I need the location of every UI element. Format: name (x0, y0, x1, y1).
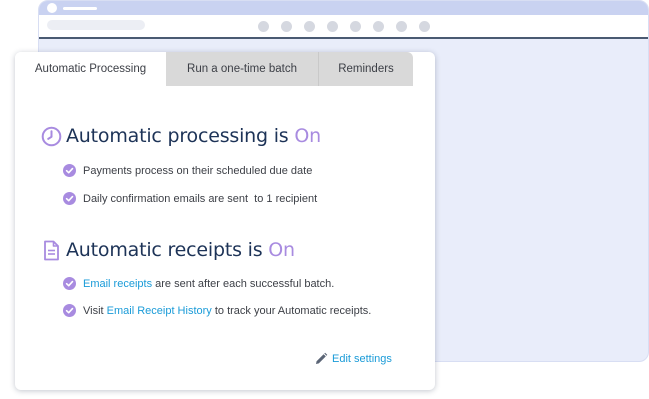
tab-bar: Automatic Processing Run a one-time batc… (15, 52, 413, 86)
nav-dot (350, 21, 361, 32)
nav-dot (327, 21, 338, 32)
receipts-state: On (268, 239, 295, 261)
nav-dot (396, 21, 407, 32)
list-item: Payments process on their scheduled due … (63, 164, 312, 177)
navbar-divider (39, 37, 648, 39)
list-item: Email receipts are sent after each succe… (63, 277, 334, 290)
tab-automatic-processing[interactable]: Automatic Processing (15, 52, 166, 86)
nav-dot (258, 21, 269, 32)
search-placeholder (47, 20, 145, 30)
list-item: Daily confirmation emails are sent to 1 … (63, 192, 317, 205)
edit-settings-label: Edit settings (332, 353, 392, 365)
window-dot (47, 3, 57, 13)
automatic-processing-panel: Automatic Processing Run a one-time batc… (15, 52, 435, 390)
document-icon (40, 239, 62, 261)
nav-dots (258, 21, 430, 32)
email-receipts-link[interactable]: Email receipts (83, 278, 152, 290)
nav-dot (419, 21, 430, 32)
nav-dot (304, 21, 315, 32)
processing-heading: Automatic processing is On (40, 125, 321, 147)
check-circle-icon (63, 192, 76, 205)
clock-icon (40, 125, 62, 147)
background-titlebar (39, 1, 648, 15)
check-circle-icon (63, 304, 76, 317)
list-item-text: Payments process on their scheduled due … (83, 164, 313, 177)
tab-reminders[interactable]: Reminders (319, 52, 413, 86)
processing-title: Automatic processing is On (66, 125, 321, 147)
edit-settings-link[interactable]: Edit settings (314, 352, 392, 366)
list-item: Visit Email Receipt History to track you… (63, 304, 371, 317)
processing-state: On (294, 125, 321, 147)
list-item-text: Visit Email Receipt History to track you… (83, 304, 372, 317)
receipts-heading: Automatic receipts is On (40, 239, 295, 261)
list-item-text: Daily confirmation emails are sent to 1 … (83, 192, 318, 205)
background-navbar (39, 15, 648, 37)
nav-dot (281, 21, 292, 32)
check-circle-icon (63, 277, 76, 290)
check-circle-icon (63, 164, 76, 177)
list-item-text: Email receipts are sent after each succe… (83, 277, 335, 290)
pencil-icon (316, 352, 328, 364)
nav-dot (373, 21, 384, 32)
title-placeholder (63, 7, 97, 10)
email-receipt-history-link[interactable]: Email Receipt History (107, 305, 212, 317)
receipts-title: Automatic receipts is On (66, 239, 295, 261)
tab-run-one-time-batch[interactable]: Run a one-time batch (166, 52, 319, 86)
